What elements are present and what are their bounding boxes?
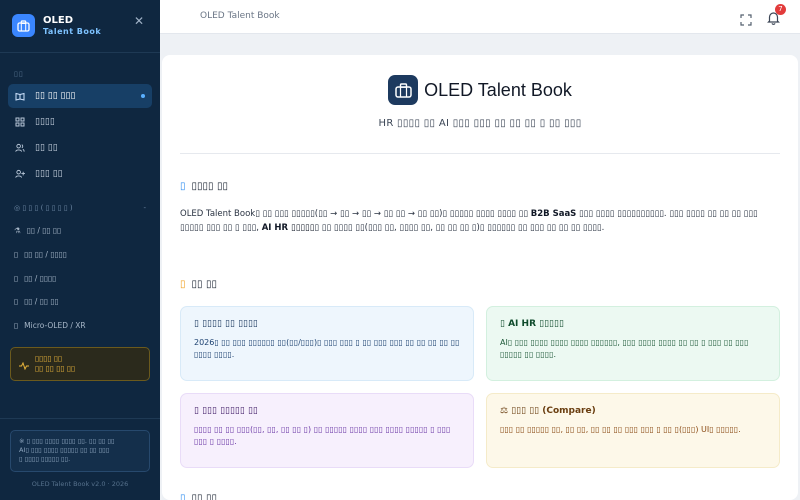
nav-item-label: ▯▯ ▯▯ ▯▯▯ xyxy=(35,91,76,101)
user-plus-icon xyxy=(15,169,25,179)
box-icon: ▯ xyxy=(14,250,19,259)
intro-text: ▯ ▯▯ ▯▯▯▯ ▯▯(▯▯▯ ▯▯, ▯▯▯▯ ▯▯, ▯▯ ▯▯ ▯▯ ▯… xyxy=(314,223,605,233)
category-item-label: ▯▯ ▯▯ / ▯▯▯▯ xyxy=(24,250,67,259)
divider xyxy=(0,418,160,419)
warning-box[interactable]: ▯▯▯▯ ▯▯ ▯▯ ▯▯ ▯▯ ▯▯ xyxy=(10,347,150,381)
section-title: ▯▯▯▯ ▯▯ xyxy=(191,181,229,192)
section-heading: ▯ ▯▯ ▯▯ xyxy=(180,493,217,500)
star-icon: ▯ xyxy=(180,279,186,290)
category-item-label: ▯▯ / ▯▯▯▯ xyxy=(24,274,57,283)
main-content: OLED Talent Book HR ▯▯▯▯ ▯▯ AI ▯▯▯ ▯▯▯ ▯… xyxy=(162,55,798,500)
intro-highlight: B2B SaaS xyxy=(530,209,577,219)
divider xyxy=(0,52,160,53)
nav-section-label: ▯▯ xyxy=(14,70,24,78)
category-item-label: ▯▯ / ▯▯ ▯▯ xyxy=(24,297,59,306)
collapse-toggle[interactable]: - xyxy=(143,204,146,212)
nav-item-label: ▯▯▯ ▯▯ xyxy=(35,169,63,179)
category-item-label: ▯▯ / ▯▯ ▯▯ xyxy=(26,226,62,235)
warning-line: ▯▯ ▯▯ ▯▯ ▯▯ xyxy=(35,364,76,373)
feature-card[interactable]: ▯ ▯▯▯▯ ▯▯ ▯▯▯▯ 2026▯ ▯▯ ▯▯▯ ▯▯▯▯▯▯ ▯▯(▯▯… xyxy=(180,306,474,381)
info-line: AI▯ ▯▯▯ ▯▯▯▯ ▯▯▯▯▯ ▯▯ ▯▯ ▯▯▯ xyxy=(19,446,110,454)
feature-title: ▯ ▯▯▯▯ ▯▯ ▯▯▯▯ xyxy=(194,319,258,329)
sidebar: OLED Talent Book ✕ ▯▯ ▯▯ ▯▯ ▯▯▯ ▯▯▯▯ ▯▯ … xyxy=(0,0,160,500)
feature-description: ▯▯▯ ▯▯ ▯▯▯▯▯ ▯▯, ▯▯ ▯▯, ▯▯ ▯▯ ▯▯ ▯▯▯ ▯▯▯… xyxy=(500,425,741,434)
nav-item-people[interactable]: ▯▯ ▯▯ xyxy=(8,136,152,160)
box-icon: ▯ xyxy=(14,274,19,283)
notification-badge: 7 xyxy=(775,4,786,15)
info-line: ※ ▯ ▯▯▯ ▯▯▯▯ ▯▯▯▯ ▯▯. ▯▯ ▯▯ ▯▯ xyxy=(19,437,115,445)
feature-title: ▯ AI HR ▯▯▯▯▯ xyxy=(500,319,564,329)
nav-item-dashboard[interactable]: ▯▯▯▯ xyxy=(8,110,152,134)
target-icon: ◎ xyxy=(14,204,21,212)
category-item[interactable]: ▯ ▯▯ ▯▯ / ▯▯▯▯ xyxy=(14,250,67,259)
intro-paragraph: OLED Talent Book▯ ▯▯ ▯▯▯ ▯▯▯▯▯(▯▯ → ▯▯ →… xyxy=(180,207,780,235)
feature-card[interactable]: ▯ ▯▯▯ ▯▯▯▯▯ ▯▯ ▯▯▯▯ ▯▯ ▯▯ ▯▯▯(▯▯, ▯▯, ▯▯… xyxy=(180,393,474,468)
users-icon xyxy=(15,143,25,153)
flask-icon: ⚗ xyxy=(14,226,21,235)
category-title: ▯ ▯ ▯ ( ▯ ▯ ▯ ▯ ) xyxy=(22,204,73,212)
category-item-label: Micro-OLED / XR xyxy=(24,321,86,330)
hero: OLED Talent Book xyxy=(162,75,798,105)
book-icon xyxy=(15,91,25,101)
category-item[interactable]: ▯ ▯▯ / ▯▯▯▯ xyxy=(14,274,56,283)
nav-item-recruit[interactable]: ▯▯▯ ▯▯ xyxy=(8,162,152,186)
nav-item-label: ▯▯ ▯▯ xyxy=(35,143,58,153)
feature-description: 2026▯ ▯▯ ▯▯▯ ▯▯▯▯▯▯ ▯▯(▯▯/▯▯▯)▯ ▯▯▯ ▯▯▯ … xyxy=(194,338,460,359)
category-item[interactable]: ⚗ ▯▯ / ▯▯ ▯▯ xyxy=(14,226,61,235)
breadcrumb: OLED Talent Book xyxy=(200,11,280,21)
version-footer: OLED Talent Book v2.0 · 2026 xyxy=(31,480,129,488)
nav-item-label: ▯▯▯▯ xyxy=(35,117,55,127)
grid-icon xyxy=(15,117,25,127)
brand-name: OLED xyxy=(43,14,74,26)
feature-card[interactable]: ▯ AI HR ▯▯▯▯▯ AI▯ ▯▯▯ ▯▯▯▯ ▯▯▯▯ ▯▯▯▯ ▯▯▯… xyxy=(486,306,780,381)
feature-description: ▯▯▯▯ ▯▯ ▯▯ ▯▯▯(▯▯, ▯▯, ▯▯ ▯▯ ▯) ▯▯ ▯▯▯▯▯… xyxy=(194,425,451,446)
section-heading: ▯ ▯▯▯▯ ▯▯ xyxy=(180,181,228,192)
info-line: ▯ ▯▯▯▯ ▯▯▯▯▯ ▯▯. xyxy=(19,455,71,463)
feature-description: AI▯ ▯▯▯ ▯▯▯▯ ▯▯▯▯ ▯▯▯▯ ▯▯▯▯▯▯, ▯▯▯ ▯▯▯▯ … xyxy=(500,338,749,359)
brand[interactable]: OLED Talent Book xyxy=(12,14,101,37)
fullscreen-icon[interactable] xyxy=(740,11,752,26)
section-title: ▯▯ ▯▯ xyxy=(191,279,218,290)
feature-card[interactable]: ⚖ ▯▯▯ ▯▯ (Compare) ▯▯▯ ▯▯ ▯▯▯▯▯ ▯▯, ▯▯ ▯… xyxy=(486,393,780,468)
active-indicator xyxy=(141,94,145,98)
feature-title: ⚖ ▯▯▯ ▯▯ (Compare) xyxy=(500,406,596,416)
section-icon: ▯ xyxy=(180,493,186,500)
info-note: ※ ▯ ▯▯▯ ▯▯▯▯ ▯▯▯▯ ▯▯. ▯▯ ▯▯ ▯▯ AI▯ ▯▯▯ ▯… xyxy=(10,430,150,472)
warning-line: ▯▯▯▯ ▯▯ xyxy=(35,354,63,363)
intro-text: OLED Talent Book▯ ▯▯ ▯▯▯ ▯▯▯▯▯(▯▯ → ▯▯ →… xyxy=(180,209,531,219)
page-subtitle: HR ▯▯▯▯ ▯▯ AI ▯▯▯ ▯▯▯ ▯▯ ▯▯ ▯▯ ▯ ▯▯ ▯▯▯ xyxy=(378,118,582,129)
nav-item-talent-book[interactable]: ▯▯ ▯▯ ▯▯▯ xyxy=(8,84,152,108)
top-bar: OLED Talent Book 7 xyxy=(160,0,800,34)
feature-title: ▯ ▯▯▯ ▯▯▯▯▯ ▯▯ xyxy=(194,406,258,416)
box-icon: ▯ xyxy=(14,321,19,330)
intro-highlight: AI HR ▯▯▯▯▯ xyxy=(261,223,315,233)
close-sidebar-icon[interactable]: ✕ xyxy=(132,14,146,28)
section-title: ▯▯ ▯▯ xyxy=(191,493,218,500)
briefcase-icon xyxy=(388,75,419,105)
section-heading: ▯ ▯▯ ▯▯ xyxy=(180,279,217,290)
divider xyxy=(180,153,780,154)
box-icon: ▯ xyxy=(14,297,19,306)
page-title: OLED Talent Book xyxy=(424,79,572,100)
category-item[interactable]: ▯ ▯▯ / ▯▯ ▯▯ xyxy=(14,297,59,306)
category-header[interactable]: ◎ ▯ ▯ ▯ ( ▯ ▯ ▯ ▯ ) - xyxy=(14,204,146,212)
briefcase-icon xyxy=(12,14,35,37)
brand-subtitle: Talent Book xyxy=(43,26,102,36)
pulse-icon xyxy=(19,355,29,374)
category-item[interactable]: ▯ Micro-OLED / XR xyxy=(14,321,86,330)
info-icon: ▯ xyxy=(180,181,186,192)
